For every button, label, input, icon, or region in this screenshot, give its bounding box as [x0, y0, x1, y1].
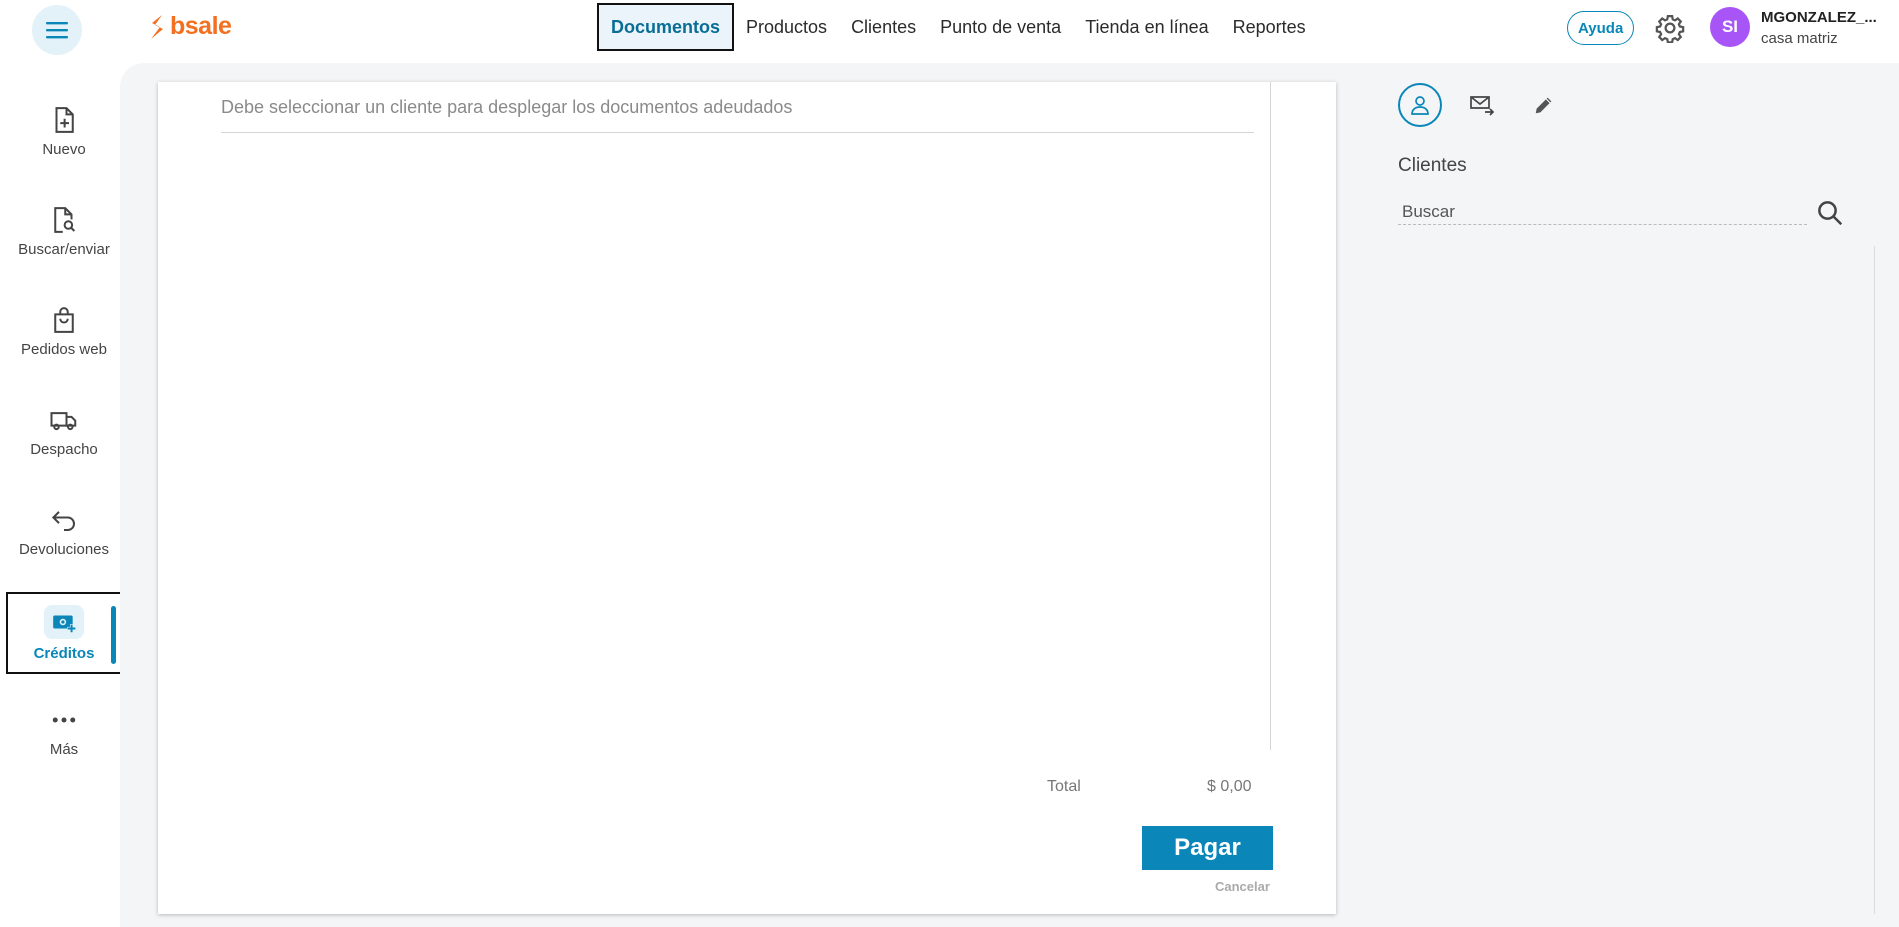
sidebar-item-nuevo[interactable]: Nuevo: [6, 90, 122, 172]
sidebar-item-label: Buscar/enviar: [18, 240, 110, 258]
top-header: bsale Documentos Productos Clientes Punt…: [0, 0, 1899, 56]
file-plus-icon: [55, 106, 74, 133]
brand-name: bsale: [170, 12, 232, 40]
client-panel-tabs: [1398, 83, 1584, 127]
sidebar-item-label: Nuevo: [42, 140, 86, 158]
pay-button[interactable]: Pagar: [1142, 826, 1273, 870]
right-panel-divider: [1874, 246, 1875, 914]
clients-title: Clientes: [1398, 155, 1467, 176]
bsale-logo-icon: [151, 14, 163, 39]
nav-clientes[interactable]: Clientes: [839, 3, 928, 51]
sidebar-item-devoluciones[interactable]: Devoluciones: [6, 490, 122, 572]
sidebar-item-despacho[interactable]: Despacho: [6, 390, 122, 472]
nav-reportes[interactable]: Reportes: [1221, 3, 1318, 51]
sidebar-item-creditos[interactable]: Créditos: [6, 592, 122, 674]
nav-productos[interactable]: Productos: [734, 3, 839, 51]
active-indicator: [111, 606, 116, 664]
cancel-link[interactable]: Cancelar: [1215, 879, 1270, 894]
help-button[interactable]: Ayuda: [1567, 11, 1635, 45]
sidebar-item-label: Más: [49, 740, 79, 758]
pencil-icon: [1535, 97, 1552, 114]
hamburger-icon: [46, 22, 68, 39]
user-name[interactable]: MGONZALEZ_...: [1761, 9, 1877, 26]
creditos-icon-box: [44, 604, 84, 639]
hamburger-menu-button[interactable]: [32, 5, 82, 55]
tab-client[interactable]: [1398, 83, 1442, 127]
search-icon[interactable]: [1815, 198, 1845, 228]
more-dots-icon: [52, 717, 76, 722]
sidebar-item-label: Devoluciones: [18, 540, 110, 558]
sidebar-item-pedidos-web[interactable]: Pedidos web: [6, 290, 122, 372]
credits-card: Debe seleccionar un cliente para despleg…: [158, 82, 1336, 914]
nav-punto-de-venta[interactable]: Punto de venta: [928, 3, 1073, 51]
sidebar-item-label: Créditos: [33, 644, 95, 662]
mail-send-icon: [1470, 96, 1495, 116]
nav-documentos[interactable]: Documentos: [597, 3, 735, 51]
tab-send-email[interactable]: [1460, 83, 1504, 127]
client-search-input[interactable]: [1398, 199, 1807, 225]
nav-tienda-en-linea[interactable]: Tienda en línea: [1073, 3, 1220, 51]
total-label: Total: [1047, 778, 1081, 795]
divider: [221, 132, 1254, 133]
sidebar-item-mas[interactable]: Más: [6, 690, 122, 772]
tab-edit[interactable]: [1522, 83, 1566, 127]
user-icon: [1411, 96, 1429, 115]
main-nav: Documentos Productos Clientes Punto de v…: [597, 3, 1318, 51]
sidebar-item-label: Pedidos web: [21, 340, 107, 358]
gear-icon[interactable]: [1655, 13, 1685, 43]
avatar[interactable]: SI: [1710, 7, 1750, 47]
vertical-divider: [1270, 82, 1271, 750]
return-arrow-icon: [51, 510, 75, 531]
sidebar-item-label: Despacho: [30, 440, 98, 458]
select-client-note: Debe seleccionar un cliente para despleg…: [221, 97, 793, 117]
sidebar-item-buscar-enviar[interactable]: Buscar/enviar: [6, 190, 122, 272]
shopping-bag-icon: [54, 306, 74, 333]
brand-logo[interactable]: bsale: [148, 12, 232, 41]
user-branch: casa matriz: [1761, 30, 1838, 47]
truck-icon: [50, 411, 77, 430]
cash-plus-icon: [53, 615, 76, 633]
total-value: $ 0,00: [1207, 778, 1252, 795]
file-search-icon: [54, 206, 76, 233]
